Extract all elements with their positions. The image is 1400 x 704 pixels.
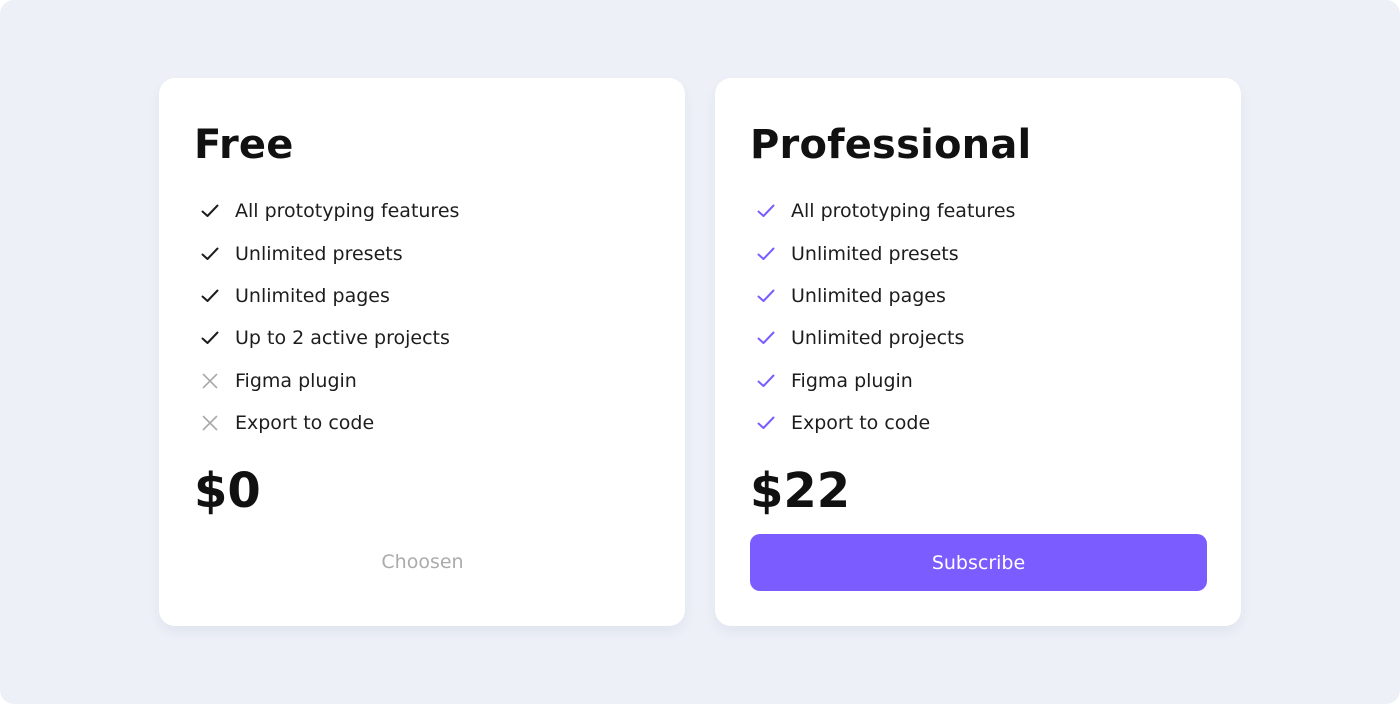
feature-list: All prototyping features Unlimited prese… bbox=[199, 190, 459, 444]
feature-item: Up to 2 active projects bbox=[199, 317, 459, 359]
subscribe-button[interactable]: Subscribe bbox=[750, 534, 1207, 591]
feature-item: Unlimited pages bbox=[755, 275, 1015, 317]
plan-price: $0 bbox=[194, 463, 261, 519]
pricing-page: Free All prototyping features Unlimited … bbox=[0, 0, 1400, 704]
feature-label: Unlimited pages bbox=[235, 284, 390, 307]
free-plan-card: Free All prototyping features Unlimited … bbox=[159, 78, 685, 626]
feature-item: Export to code bbox=[755, 402, 1015, 444]
feature-label: Export to code bbox=[791, 412, 931, 435]
feature-label: Figma plugin bbox=[235, 369, 357, 392]
check-icon bbox=[199, 243, 221, 265]
feature-list: All prototyping features Unlimited prese… bbox=[755, 190, 1015, 444]
feature-item: All prototyping features bbox=[755, 190, 1015, 232]
check-icon bbox=[755, 370, 777, 392]
plan-price: $22 bbox=[750, 463, 851, 519]
feature-item: Unlimited presets bbox=[755, 232, 1015, 274]
feature-label: All prototyping features bbox=[235, 200, 460, 223]
check-icon bbox=[755, 285, 777, 307]
feature-item: Unlimited projects bbox=[755, 317, 1015, 359]
check-icon bbox=[755, 200, 777, 222]
feature-item: Export to code bbox=[199, 402, 459, 444]
check-icon bbox=[755, 327, 777, 349]
feature-item: Figma plugin bbox=[755, 360, 1015, 402]
feature-item: Unlimited pages bbox=[199, 275, 459, 317]
feature-item: All prototyping features bbox=[199, 190, 459, 232]
feature-label: All prototyping features bbox=[791, 200, 1016, 223]
plan-title: Professional bbox=[750, 122, 1032, 168]
chosen-status: Choosen bbox=[381, 551, 464, 573]
feature-label: Export to code bbox=[235, 412, 375, 435]
feature-label: Unlimited projects bbox=[791, 327, 965, 350]
feature-label: Up to 2 active projects bbox=[235, 327, 450, 350]
feature-label: Unlimited presets bbox=[235, 242, 403, 265]
feature-label: Unlimited presets bbox=[791, 242, 959, 265]
check-icon bbox=[755, 243, 777, 265]
check-icon bbox=[199, 285, 221, 307]
check-icon bbox=[199, 200, 221, 222]
feature-label: Figma plugin bbox=[791, 369, 913, 392]
professional-plan-card: Professional All prototyping features Un… bbox=[715, 78, 1241, 626]
feature-item: Figma plugin bbox=[199, 360, 459, 402]
check-icon bbox=[755, 412, 777, 434]
feature-label: Unlimited pages bbox=[791, 284, 946, 307]
x-icon bbox=[199, 412, 221, 434]
check-icon bbox=[199, 327, 221, 349]
x-icon bbox=[199, 370, 221, 392]
plan-title: Free bbox=[194, 122, 294, 168]
feature-item: Unlimited presets bbox=[199, 232, 459, 274]
